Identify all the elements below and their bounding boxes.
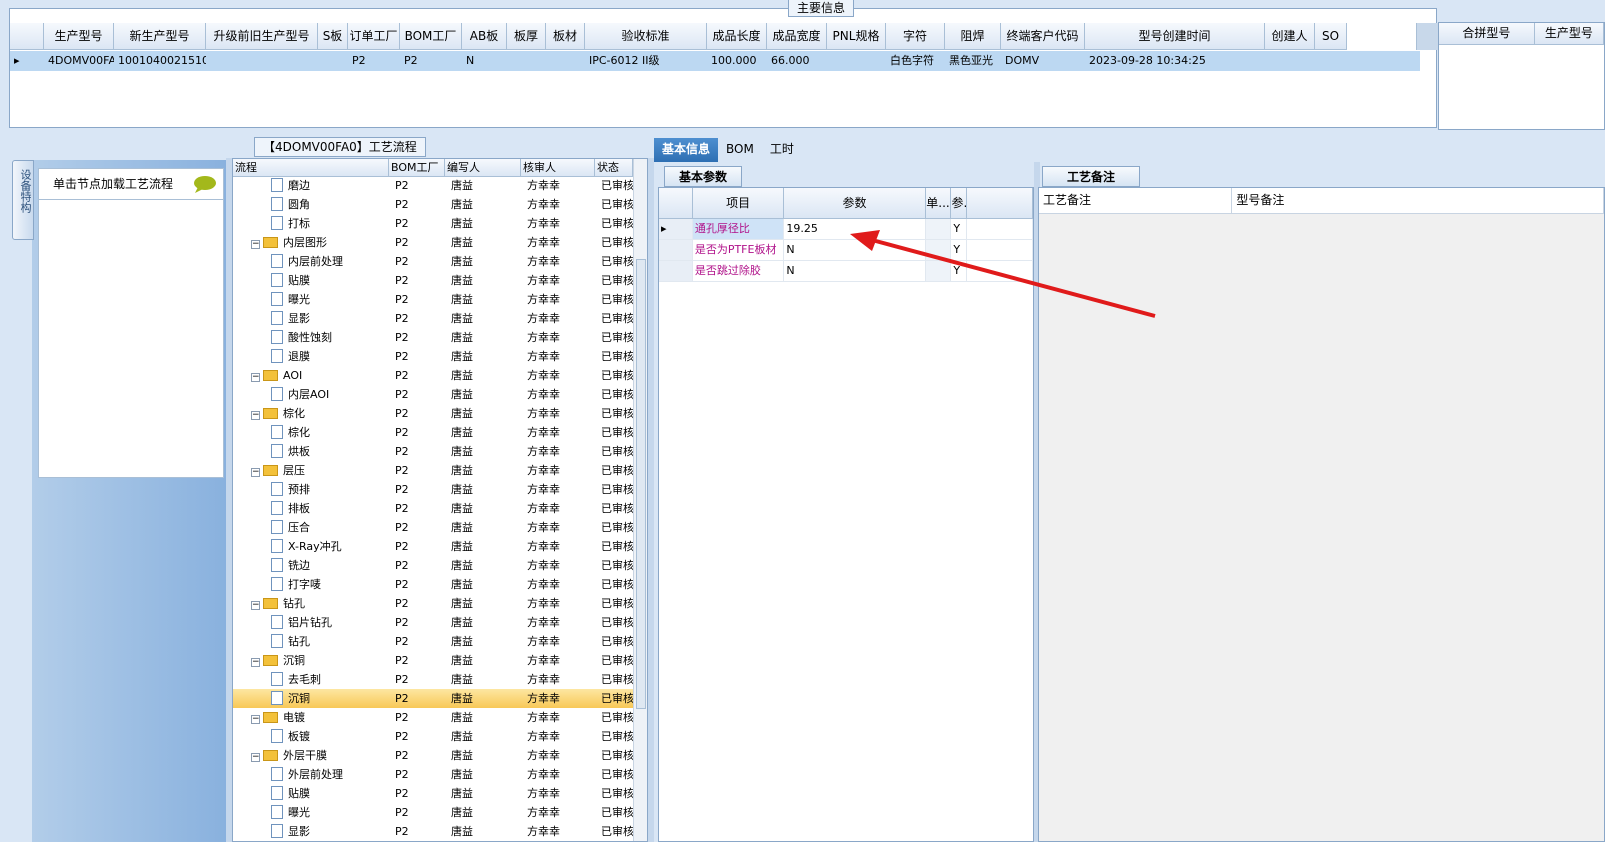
- main-info-title: 主要信息: [788, 0, 855, 17]
- basic-params-title: 基本参数: [664, 166, 743, 187]
- annotation-arrow: [850, 230, 1156, 318]
- process-notes-title: 工艺备注: [1042, 166, 1141, 187]
- process-flow-title: 【4DOMV00FA0】工艺流程: [254, 137, 426, 157]
